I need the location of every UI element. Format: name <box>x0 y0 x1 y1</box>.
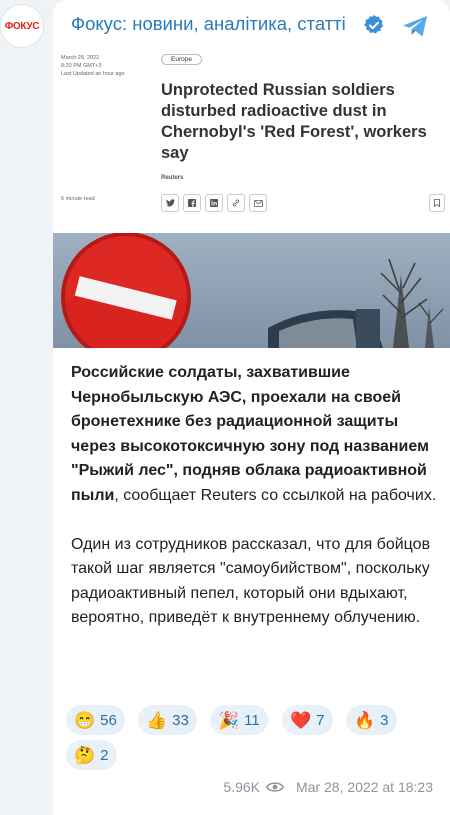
article-screenshot[interactable]: March 28, 2022 8:20 PM GMT+3 Last Update… <box>53 46 450 226</box>
message-footer: 5.96K Mar 28, 2022 at 18:23 <box>193 779 433 795</box>
article-source: Reuters <box>161 175 184 181</box>
reaction-grin[interactable]: 😁 56 <box>66 705 125 735</box>
reaction-thinking[interactable]: 🤔 2 <box>66 740 117 770</box>
avatar-logo-text: ФОКУС <box>4 20 40 32</box>
reaction-count: 7 <box>316 711 325 729</box>
message-header: Фокус: новини, аналітика, статті <box>53 0 450 46</box>
view-count: 5.96K <box>223 779 260 795</box>
post-paragraph-1: Российские солдаты, захватившие Чернобыл… <box>71 361 441 509</box>
post-regular-text: , сообщает Reuters со ссылкой на рабочих… <box>114 486 437 504</box>
message-timestamp: Mar 28, 2022 at 18:23 <box>296 779 433 795</box>
reaction-party[interactable]: 🎉 11 <box>210 705 268 735</box>
message-card: Фокус: новини, аналітика, статті March 2… <box>53 0 450 815</box>
twitter-icon <box>161 194 179 212</box>
reaction-fire[interactable]: 🔥 3 <box>346 705 397 735</box>
share-buttons <box>161 194 267 212</box>
reaction-count: 11 <box>244 711 260 729</box>
bookmark-icon <box>429 194 445 212</box>
article-time: 8:20 PM GMT+3 <box>61 63 102 69</box>
party-popper-emoji-icon: 🎉 <box>218 710 240 730</box>
linkedin-icon <box>205 194 223 212</box>
grin-emoji-icon: 😁 <box>74 710 96 730</box>
email-icon <box>249 194 267 212</box>
reaction-count: 3 <box>380 711 389 729</box>
post-paragraph-2: Один из сотрудников рассказал, что для б… <box>71 535 431 627</box>
facebook-icon <box>183 194 201 212</box>
region-tag: Europe <box>161 54 202 65</box>
fire-emoji-icon: 🔥 <box>354 710 376 730</box>
article-photo <box>53 233 450 348</box>
reaction-count: 33 <box>172 711 189 729</box>
reaction-count: 56 <box>100 711 117 729</box>
thinking-emoji-icon: 🤔 <box>74 745 96 765</box>
post-bold-text: Российские солдаты, захватившие Чернобыл… <box>71 364 429 504</box>
thumbs-up-emoji-icon: 👍 <box>146 710 168 730</box>
telegram-icon[interactable] <box>400 11 430 41</box>
reaction-thumbs-up[interactable]: 👍 33 <box>138 705 197 735</box>
channel-name[interactable]: Фокус: новини, аналітика, статті <box>71 13 346 35</box>
article-headline: Unprotected Russian soldiers disturbed r… <box>161 81 427 162</box>
article-date: March 28, 2022 <box>61 55 100 61</box>
verified-badge-icon <box>363 14 384 34</box>
link-icon <box>227 194 245 212</box>
reaction-heart[interactable]: ❤️ 7 <box>282 705 333 735</box>
channel-avatar[interactable]: ФОКУС <box>0 4 44 48</box>
article-updated: Last Updated an hour ago <box>61 71 125 77</box>
article-meta: March 28, 2022 8:20 PM GMT+3 Last Update… <box>61 54 125 78</box>
post-text: Российские солдаты, захватившие Чернобыл… <box>71 361 441 631</box>
heart-emoji-icon: ❤️ <box>290 710 312 730</box>
reaction-count: 2 <box>100 746 109 764</box>
read-time: 6 minute read <box>61 196 95 202</box>
eye-icon <box>266 782 284 792</box>
